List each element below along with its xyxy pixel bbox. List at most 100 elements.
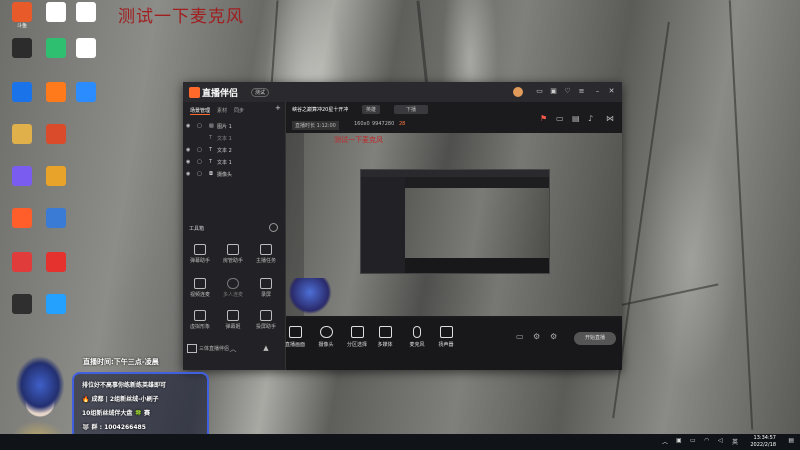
- minimize-icon[interactable]: –: [593, 87, 602, 95]
- ime-icon[interactable]: 英: [732, 437, 738, 446]
- eye-icon[interactable]: ◉: [186, 171, 190, 177]
- media-button[interactable]: 多媒体: [368, 326, 402, 348]
- record-icon[interactable]: ▭: [516, 332, 524, 341]
- scene-label: 文本 1: [217, 160, 232, 166]
- gift-icon[interactable]: ▣: [549, 87, 558, 95]
- stream-title[interactable]: 峡谷之巅算冲20星十开冲: [292, 106, 348, 113]
- notification-icon[interactable]: ▤: [788, 437, 794, 444]
- scene-item[interactable]: ◉ ▢ ◘ 摄像头: [183, 171, 285, 181]
- tool-more[interactable]: ▲: [253, 344, 279, 352]
- network-icon[interactable]: ▣: [676, 437, 682, 444]
- settings-icon[interactable]: ⚙: [533, 332, 540, 341]
- microphone-icon: [413, 326, 421, 338]
- share-icon[interactable]: ⋈: [606, 114, 614, 123]
- message-icon[interactable]: ▭: [535, 87, 544, 95]
- tab-sync[interactable]: 同步: [234, 107, 244, 114]
- wifi-icon[interactable]: ◠: [704, 437, 709, 444]
- tool-room-manager[interactable]: 房管助手: [220, 244, 246, 264]
- screen-capture-button[interactable]: 直播画面: [278, 326, 312, 348]
- gear-icon[interactable]: ⚙: [550, 332, 557, 341]
- gift-icon[interactable]: ⚑: [540, 114, 547, 123]
- tab-materials[interactable]: 素材: [217, 107, 227, 114]
- chat-icon[interactable]: ▭: [556, 114, 564, 123]
- avatar[interactable]: [513, 87, 523, 97]
- bell-icon[interactable]: ♪: [588, 114, 593, 123]
- text-icon: T: [209, 159, 213, 165]
- desktop-shortcut[interactable]: [36, 252, 76, 273]
- stream-preview[interactable]: 测试一下麦克风: [286, 133, 622, 316]
- overlay-line: 排位好不高事你练新练英雄即可: [82, 382, 167, 389]
- taskbar: ︿ ▣ ▭ ◠ ◁ 英 13:34:57 2022/2/18 ▤: [0, 434, 800, 450]
- camera-button[interactable]: 摄像头: [309, 326, 343, 348]
- more-icon: ▲: [263, 344, 269, 352]
- lock-icon[interactable]: ▢: [197, 171, 202, 177]
- app-icon: [46, 38, 66, 58]
- nested-left-panel: [361, 177, 405, 273]
- tab-scenes[interactable]: 场景管理: [190, 107, 211, 115]
- end-stream-button[interactable]: 下播: [394, 105, 429, 114]
- app-icon: [46, 166, 66, 186]
- app-icon: [76, 2, 96, 22]
- nested-preview-area: [405, 188, 549, 258]
- tool-danmaku-ji[interactable]: 弹幕姬: [220, 310, 246, 330]
- tool-record[interactable]: 录屏: [253, 278, 279, 298]
- clock[interactable]: 13:34:57 2022/2/18: [750, 435, 776, 449]
- desktop-shortcut[interactable]: [36, 124, 76, 145]
- speaker-button[interactable]: 扬声器: [429, 326, 463, 348]
- tool-cast[interactable]: 投屏助手: [253, 310, 279, 330]
- clock-time: 13:34:57: [753, 435, 776, 441]
- add-icon[interactable]: +: [275, 104, 281, 112]
- tool-video-link[interactable]: 视频连麦: [187, 278, 213, 298]
- scene-item[interactable]: T 文本 1: [183, 135, 285, 145]
- speaker-icon: [439, 326, 453, 338]
- desktop-shortcut[interactable]: [36, 208, 76, 229]
- danmaku-icon: [194, 244, 206, 255]
- tool-up[interactable]: ︿: [220, 344, 246, 354]
- toolbox-settings-icon[interactable]: [269, 223, 278, 232]
- eye-icon[interactable]: ◉: [186, 147, 190, 153]
- overlay-line: 🐺 群 : 1004266485: [82, 424, 146, 431]
- chevron-up-icon[interactable]: ︿: [662, 437, 668, 446]
- video-icon: [194, 278, 206, 289]
- desktop-shortcut[interactable]: [36, 166, 76, 187]
- tool-tasks[interactable]: 主播任务: [253, 244, 279, 264]
- record-icon: [260, 278, 272, 289]
- avatar-icon: [194, 310, 206, 321]
- battery-icon[interactable]: ▭: [690, 437, 696, 444]
- tool-multi-link[interactable]: 多人连麦: [220, 278, 246, 298]
- scene-item[interactable]: ◉ ▢ T 文本 1: [183, 159, 285, 169]
- nested-titlebar: [361, 170, 549, 177]
- app-icon: [76, 38, 96, 58]
- window-icon[interactable]: ▤: [572, 114, 580, 123]
- lock-icon[interactable]: ▢: [197, 123, 202, 129]
- monitor-icon: [288, 326, 302, 338]
- resolution: 160x0: [354, 121, 370, 127]
- tool-avatar[interactable]: 虚拟形象: [187, 310, 213, 330]
- menu-icon[interactable]: ≡: [577, 87, 586, 95]
- desktop-shortcut[interactable]: [36, 294, 76, 315]
- tool-danmaku[interactable]: 弹幕助手: [187, 244, 213, 264]
- volume-icon[interactable]: ◁: [718, 437, 723, 444]
- app-icon: [12, 124, 32, 144]
- scene-label: 文本 1: [217, 136, 232, 142]
- eye-icon[interactable]: ◉: [186, 159, 190, 165]
- lock-icon[interactable]: ▢: [197, 159, 202, 165]
- lock-icon[interactable]: ▢: [197, 147, 202, 153]
- app-icon: [46, 252, 66, 272]
- category-tag[interactable]: 英雄: [362, 105, 381, 114]
- app-icon: [46, 294, 66, 314]
- close-icon[interactable]: ✕: [607, 87, 616, 95]
- notice-icon[interactable]: ♡: [563, 87, 572, 95]
- preview-title-text: 测试一下麦克风: [334, 136, 383, 144]
- title-bar[interactable]: 直播伴侣 测试 ▭ ▣ ♡ ≡ – ✕: [183, 82, 622, 102]
- desktop-shortcut[interactable]: [66, 38, 106, 59]
- viewer-count: 9947280: [372, 121, 395, 127]
- scene-item[interactable]: ◉ ▢ T 文本 2: [183, 147, 285, 157]
- start-stream-button[interactable]: 开始直播: [574, 332, 616, 345]
- desktop-shortcut[interactable]: [66, 2, 106, 23]
- scene-item[interactable]: ◉ ▢ ▧ 图片 1: [183, 123, 285, 133]
- desktop-shortcut[interactable]: [66, 82, 106, 103]
- toolbox-header: 工具箱: [189, 226, 205, 232]
- eye-icon[interactable]: ◉: [186, 123, 190, 129]
- cast-icon: [260, 310, 272, 321]
